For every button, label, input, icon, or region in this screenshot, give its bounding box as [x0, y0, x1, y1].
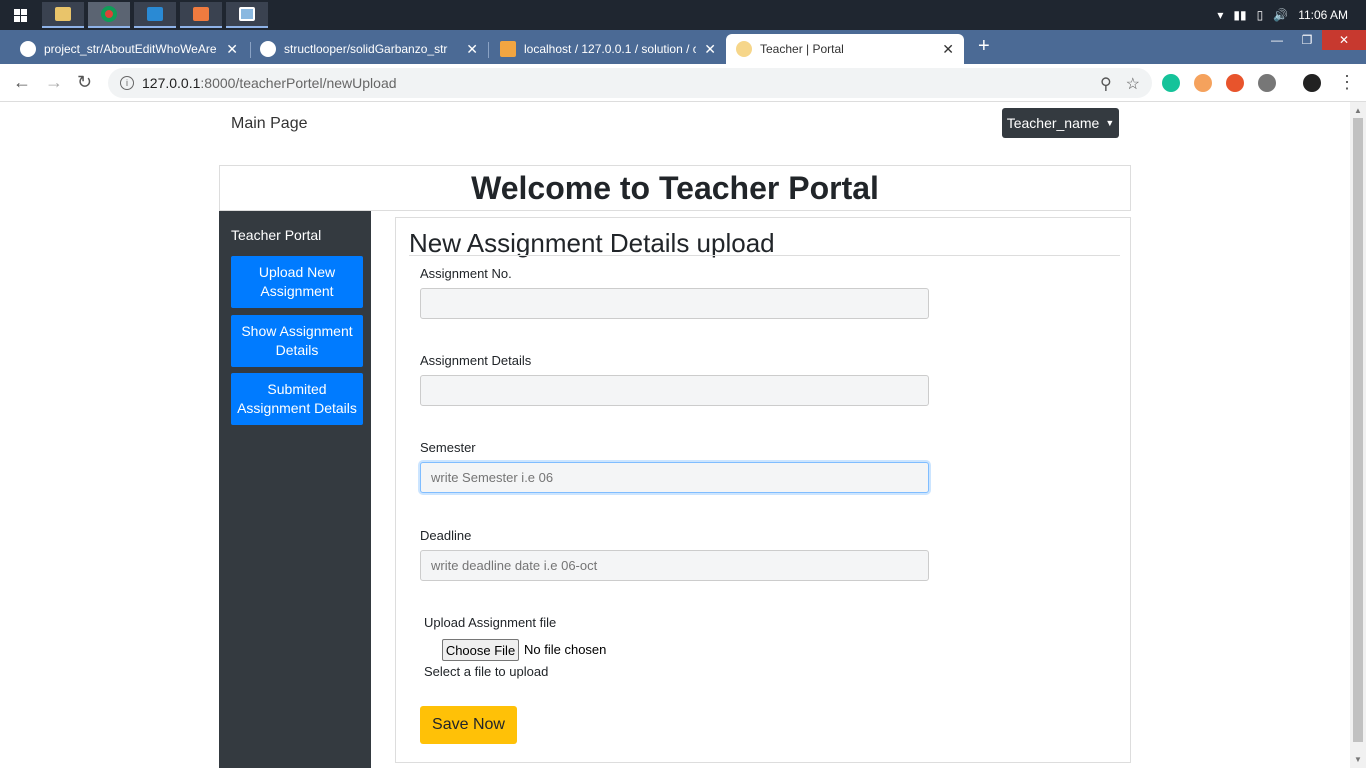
restore-icon[interactable]: ❐: [1292, 30, 1322, 50]
url-host: 127.0.0.1: [142, 75, 201, 91]
deadline-label: Deadline: [420, 528, 472, 543]
info-icon[interactable]: i: [120, 76, 134, 90]
scroll-down-icon[interactable]: ▼: [1354, 755, 1362, 764]
divider: [409, 255, 1120, 256]
page-scrollbar[interactable]: ▲ ▼: [1350, 102, 1366, 768]
tab-title: localhost / 127.0.0.1 / solution / c: [524, 42, 697, 56]
browser-tab-active[interactable]: Teacher | Portal ✕: [726, 34, 964, 64]
github-icon: [20, 41, 36, 57]
extension-gear-icon[interactable]: [1258, 74, 1276, 92]
deadline-input[interactable]: [420, 550, 929, 581]
close-tab-icon[interactable]: ✕: [226, 41, 238, 58]
windows-logo-icon: [13, 8, 27, 22]
upload-new-assignment-button[interactable]: Upload New Assignment: [231, 256, 363, 308]
semester-label: Semester: [420, 440, 476, 455]
new-tab-icon[interactable]: +: [978, 36, 990, 56]
file-explorer-taskbar-button[interactable]: [42, 2, 84, 28]
assignment-details-input[interactable]: [420, 375, 929, 406]
submited-assignment-details-button[interactable]: Submited Assignment Details: [231, 373, 363, 425]
sidebar: Teacher Portal Upload New Assignment Sho…: [219, 211, 371, 768]
close-tab-icon[interactable]: ✕: [704, 41, 716, 58]
back-arrow-icon[interactable]: ←: [13, 72, 31, 93]
caret-down-icon: ▼: [1105, 118, 1115, 128]
teacher-dropdown-label: Teacher_name: [1006, 115, 1100, 131]
chrome-taskbar-button[interactable]: [88, 2, 130, 28]
assignment-details-label: Assignment Details: [420, 353, 532, 368]
battery-icon[interactable]: ▯: [1257, 8, 1264, 22]
vscode-taskbar-button[interactable]: [134, 2, 176, 28]
github-icon: [260, 41, 276, 57]
teacher-dropdown-button[interactable]: Teacher_name ▼: [1002, 108, 1119, 138]
windows-start-button[interactable]: [0, 0, 40, 30]
main-page-link[interactable]: Main Page: [231, 115, 308, 133]
page-header: Welcome to Teacher Portal: [219, 165, 1131, 211]
no-file-chosen-text: No file chosen: [524, 642, 607, 657]
close-tab-icon[interactable]: ✕: [466, 41, 478, 58]
close-window-icon[interactable]: ✕: [1322, 30, 1366, 50]
scrollbar-thumb[interactable]: [1353, 118, 1363, 742]
extension-fire-icon[interactable]: [1226, 74, 1244, 92]
portal-favicon-icon: [736, 41, 752, 57]
upload-form: New Assignment Details upload Assignment…: [395, 217, 1131, 763]
choose-file-button[interactable]: Choose File: [442, 639, 519, 661]
upload-file-label: Upload Assignment file: [424, 615, 557, 630]
sidebar-title: Teacher Portal: [231, 227, 322, 243]
show-assignment-details-button[interactable]: Show Assignment Details: [231, 315, 363, 367]
browser-tab[interactable]: project_str/AboutEditWhoWeAre ✕: [10, 34, 248, 64]
xampp-taskbar-button[interactable]: [180, 2, 222, 28]
system-tray: ▾ ▮▮ ▯ 🔊 11:06 AM: [1217, 0, 1366, 30]
tab-title: structlooper/solidGarbanzo_str: [284, 42, 448, 56]
profile-avatar-icon[interactable]: [1303, 74, 1321, 92]
chrome-icon: [101, 6, 117, 22]
window-icon: [239, 7, 255, 21]
tab-title: project_str/AboutEditWhoWeAre: [44, 42, 217, 56]
chevron-up-icon[interactable]: ▾: [1217, 8, 1223, 22]
page-content: Main Page Teacher_name ▼ Welcome to Teac…: [0, 102, 1350, 768]
page-title: Welcome to Teacher Portal: [471, 169, 879, 206]
zoom-icon[interactable]: ⚲: [1100, 74, 1112, 94]
window-controls: — ❐ ✕: [1262, 30, 1366, 52]
scroll-up-icon[interactable]: ▲: [1354, 106, 1362, 115]
forward-arrow-icon[interactable]: →: [45, 72, 63, 93]
kebab-menu-icon[interactable]: ⋮: [1338, 72, 1356, 93]
extension-icon[interactable]: [1194, 74, 1212, 92]
close-tab-icon[interactable]: ✕: [942, 41, 954, 58]
assignment-no-label: Assignment No.: [420, 266, 512, 281]
assignment-no-input[interactable]: [420, 288, 929, 319]
windows-taskbar: ▾ ▮▮ ▯ 🔊 11:06 AM: [0, 0, 1366, 30]
browser-toolbar: ← → ↻ i 127.0.0.1:8000/teacherPortel/new…: [0, 64, 1366, 102]
browser-tab[interactable]: localhost / 127.0.0.1 / solution / c ✕: [490, 34, 726, 64]
browser-tab-strip: project_str/AboutEditWhoWeAre ✕ structlo…: [0, 30, 1366, 64]
window-taskbar-button[interactable]: [226, 2, 268, 28]
minimize-icon[interactable]: —: [1262, 30, 1292, 50]
save-now-button[interactable]: Save Now: [420, 706, 517, 744]
semester-input[interactable]: [420, 462, 929, 493]
vscode-icon: [147, 7, 163, 21]
upload-help-text: Select a file to upload: [424, 664, 549, 679]
grammarly-icon[interactable]: [1162, 74, 1180, 92]
folder-icon: [55, 7, 71, 21]
address-bar[interactable]: i 127.0.0.1:8000/teacherPortel/newUpload…: [108, 68, 1152, 98]
phpmyadmin-icon: [500, 41, 516, 57]
browser-tab[interactable]: structlooper/solidGarbanzo_str ✕: [250, 34, 488, 64]
xampp-icon: [193, 7, 209, 21]
network-icon[interactable]: ▮▮: [1233, 8, 1246, 22]
volume-icon[interactable]: 🔊: [1273, 8, 1288, 22]
reload-icon[interactable]: ↻: [77, 72, 92, 93]
clock[interactable]: 11:06 AM: [1298, 8, 1348, 22]
bookmark-star-icon[interactable]: ☆: [1126, 74, 1140, 94]
tab-title: Teacher | Portal: [760, 42, 844, 56]
url-path: :8000/teacherPortel/newUpload: [200, 75, 397, 91]
